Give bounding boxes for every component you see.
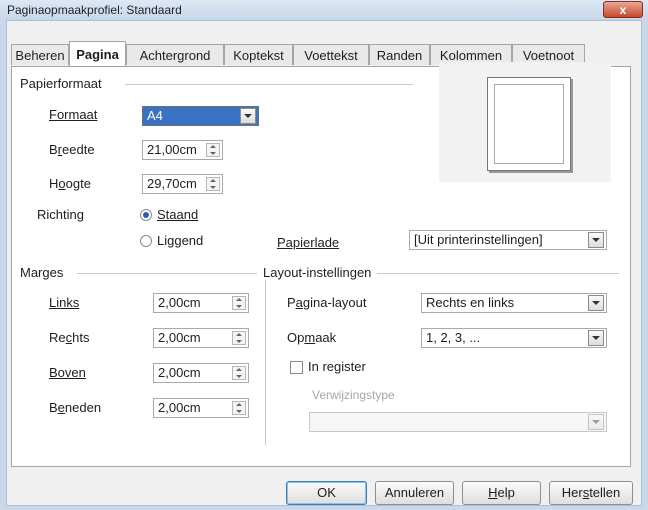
landscape-label[interactable]: Liggend xyxy=(157,233,203,248)
landscape-radio[interactable] xyxy=(140,235,152,247)
register-label[interactable]: In register xyxy=(308,359,366,374)
chevron-down-icon[interactable] xyxy=(588,330,604,346)
section-divider xyxy=(265,273,266,445)
chevron-down-icon[interactable] xyxy=(240,108,256,124)
page-preview-margins xyxy=(494,84,564,164)
margin-left-value: 2,00cm xyxy=(158,295,201,310)
page-layout-label: Pagina-layout xyxy=(287,295,367,310)
height-label: Hoogte xyxy=(49,176,91,191)
reference-style-select xyxy=(309,412,607,432)
margin-bottom-spin-arrows-icon[interactable] xyxy=(232,401,246,415)
margin-top-label: Boven xyxy=(49,365,86,380)
chevron-down-icon[interactable] xyxy=(588,232,604,248)
paper-tray-label: Papierlade xyxy=(277,235,340,250)
margins-section-rule xyxy=(77,273,257,274)
window-title: Paginaopmaakprofiel: Standaard xyxy=(7,3,182,17)
page-style-dialog: Beheren Pagina Achtergrond Koptekst Voet… xyxy=(6,20,642,506)
margin-left-label: Links xyxy=(49,295,80,310)
title-bar: Paginaopmaakprofiel: Standaard x xyxy=(0,0,648,20)
orientation-label: Richting xyxy=(37,207,84,222)
width-label: Breedte xyxy=(49,142,95,157)
format-select[interactable]: A4 xyxy=(142,106,259,126)
margin-left-spin-arrows-icon[interactable] xyxy=(232,296,246,310)
layout-section-rule xyxy=(377,273,619,274)
page-preview-sheet xyxy=(487,77,571,171)
height-spin-arrows-icon[interactable] xyxy=(206,177,220,191)
reference-style-label: Verwijzingstype xyxy=(312,388,395,402)
margin-bottom-label: Beneden xyxy=(49,400,102,415)
margin-top-spin-arrows-icon[interactable] xyxy=(232,366,246,380)
format-label: Formaat xyxy=(49,107,98,122)
page-layout-select[interactable]: Rechts en links xyxy=(421,293,607,313)
register-checkbox[interactable] xyxy=(290,361,303,374)
format-value: A4 xyxy=(147,108,163,123)
numbering-format-value: 1, 2, 3, ... xyxy=(426,330,481,345)
cancel-button[interactable]: Annuleren xyxy=(375,481,454,505)
width-value: 21,00cm xyxy=(147,142,197,157)
margin-bottom-value: 2,00cm xyxy=(158,400,201,415)
tab-achtergrond[interactable]: Achtergrond xyxy=(126,44,224,65)
paper-tray-select[interactable]: [Uit printerinstellingen] xyxy=(409,230,607,250)
tab-beheren[interactable]: Beheren xyxy=(11,44,69,65)
margin-top-value: 2,00cm xyxy=(158,365,201,380)
page-layout-value: Rechts en links xyxy=(426,295,515,310)
portrait-label[interactable]: Staand xyxy=(157,207,198,222)
margin-right-value: 2,00cm xyxy=(158,330,201,345)
tab-koptekst[interactable]: Koptekst xyxy=(224,44,293,65)
height-value: 29,70cm xyxy=(147,176,197,191)
paper-tray-value: [Uit printerinstellingen] xyxy=(414,232,543,247)
tab-voettekst[interactable]: Voettekst xyxy=(293,44,369,65)
width-spinfield[interactable]: 21,00cm xyxy=(142,140,223,160)
paper-section-rule xyxy=(125,84,413,85)
numbering-format-select[interactable]: 1, 2, 3, ... xyxy=(421,328,607,348)
close-button[interactable]: x xyxy=(603,1,643,18)
reset-button[interactable]: Herstellen xyxy=(549,481,633,505)
margin-right-spin-arrows-icon[interactable] xyxy=(232,331,246,345)
paper-section-label: Papierformaat xyxy=(20,76,106,91)
chevron-down-icon xyxy=(588,414,604,430)
margin-bottom-spinfield[interactable]: 2,00cm xyxy=(153,398,249,418)
close-icon: x xyxy=(619,3,627,17)
ok-button[interactable]: OK xyxy=(286,481,367,505)
margin-left-spinfield[interactable]: 2,00cm xyxy=(153,293,249,313)
layout-section-label: Layout-instellingen xyxy=(263,265,376,280)
width-spin-arrows-icon[interactable] xyxy=(206,143,220,157)
chevron-down-icon[interactable] xyxy=(588,295,604,311)
numbering-format-label: Opmaak xyxy=(287,330,337,345)
portrait-radio[interactable] xyxy=(140,209,152,221)
margin-right-label: Rechts xyxy=(49,330,90,345)
margins-section-label: Marges xyxy=(20,265,68,280)
tab-pagina[interactable]: Pagina xyxy=(69,41,126,66)
margin-right-spinfield[interactable]: 2,00cm xyxy=(153,328,249,348)
height-spinfield[interactable]: 29,70cm xyxy=(142,174,223,194)
tab-randen[interactable]: Randen xyxy=(369,44,430,65)
margin-top-spinfield[interactable]: 2,00cm xyxy=(153,363,249,383)
help-button[interactable]: Help xyxy=(462,481,541,505)
